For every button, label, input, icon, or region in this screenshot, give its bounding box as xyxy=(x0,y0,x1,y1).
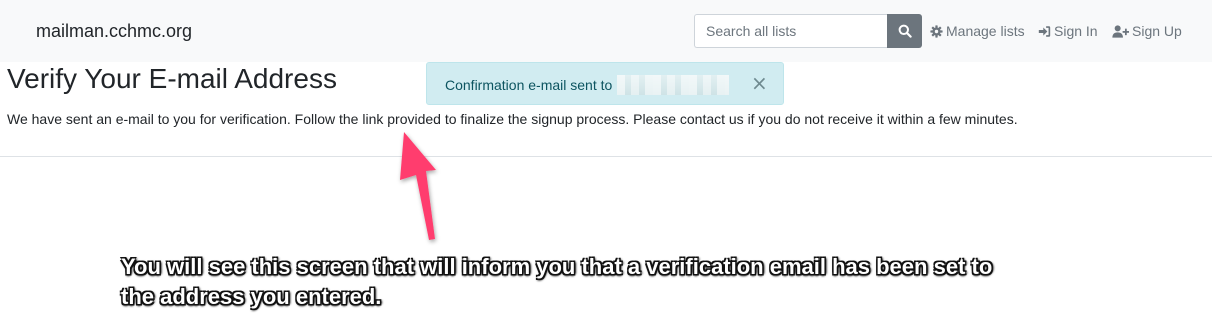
sign-in-label: Sign In xyxy=(1054,23,1098,39)
annotation-caption: You will see this screen that will infor… xyxy=(121,254,993,309)
site-brand-link[interactable]: mailman.cchmc.org xyxy=(36,19,192,43)
sign-up-label: Sign Up xyxy=(1132,23,1182,39)
verification-message: We have sent an e-mail to you for verifi… xyxy=(7,111,1018,127)
manage-lists-link[interactable]: Manage lists xyxy=(930,22,1025,40)
navbar: mailman.cchmc.org Manage lists xyxy=(0,0,1212,62)
alert-message: Confirmation e-mail sent to xyxy=(445,77,613,93)
search-icon xyxy=(898,24,912,38)
user-plus-icon xyxy=(1112,25,1130,38)
arrow-annotation xyxy=(400,132,436,240)
close-icon: × xyxy=(751,71,768,95)
redacted-email xyxy=(617,75,729,95)
search-input[interactable] xyxy=(694,14,887,48)
search-form xyxy=(694,14,922,48)
sign-up-link[interactable]: Sign Up xyxy=(1112,22,1182,40)
sign-in-link[interactable]: Sign In xyxy=(1038,22,1098,40)
sign-in-icon xyxy=(1038,26,1051,37)
divider xyxy=(0,156,1212,157)
manage-lists-label: Manage lists xyxy=(946,23,1025,39)
gear-icon xyxy=(930,25,943,38)
search-button[interactable] xyxy=(887,14,922,48)
alert-close-button[interactable]: × xyxy=(751,71,768,95)
page-title: Verify Your E-mail Address xyxy=(7,63,337,94)
confirmation-alert: Confirmation e-mail sent to × xyxy=(426,62,784,105)
